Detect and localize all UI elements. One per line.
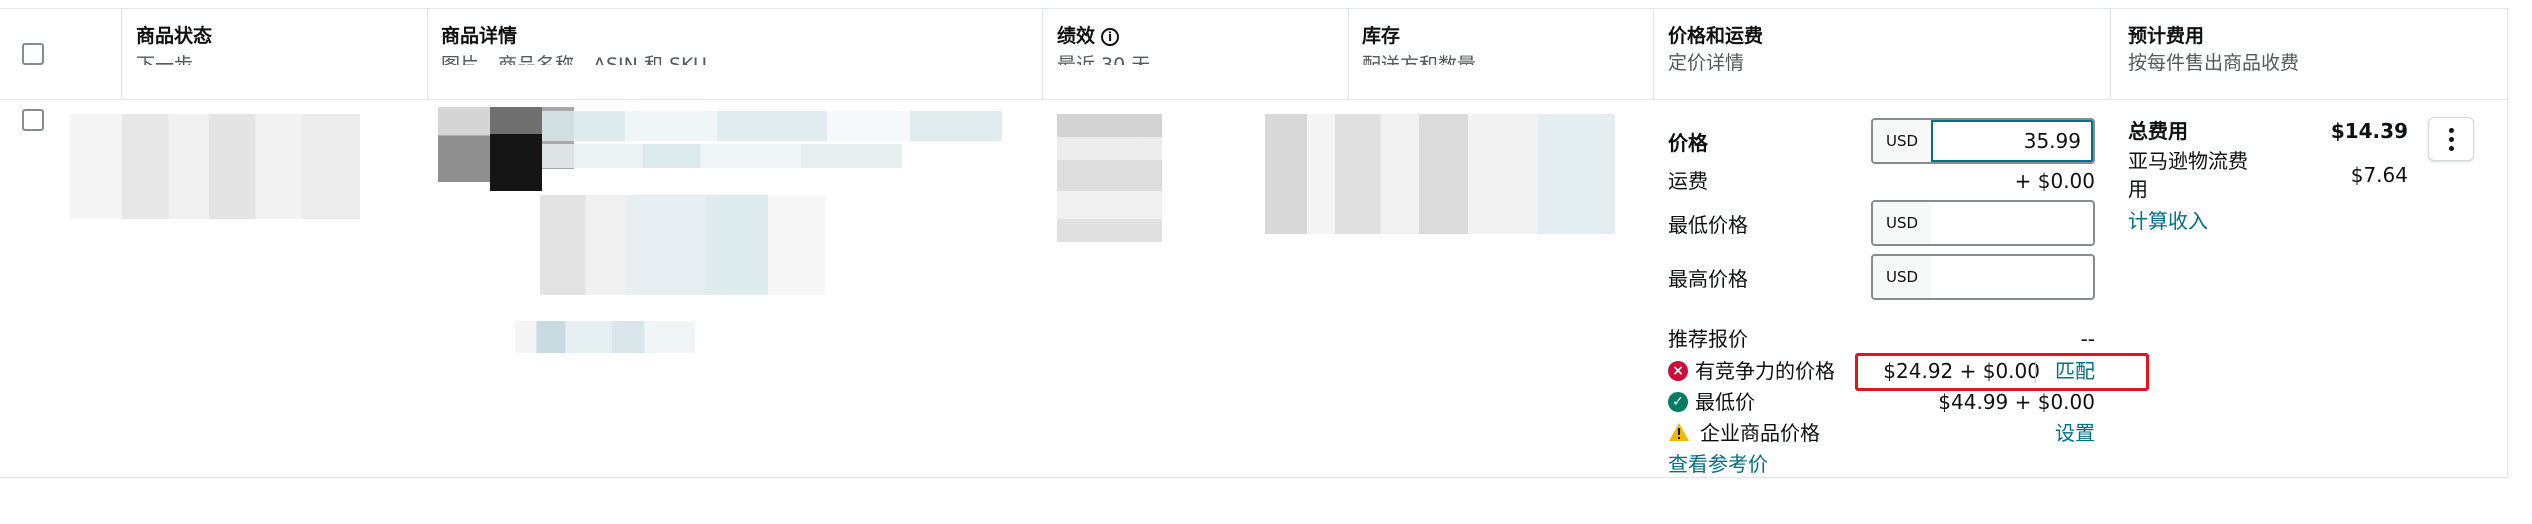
competitive-price-label: 有竞争力的价格 xyxy=(1695,359,1835,383)
column-divider xyxy=(1348,9,1349,99)
total-fees-value: $14.39 xyxy=(2330,119,2408,143)
shipping-label: 运费 xyxy=(1668,169,1708,193)
recommended-price-value: -- xyxy=(2080,327,2095,351)
calculate-revenue-link[interactable]: 计算收入 xyxy=(2128,209,2208,233)
max-price-label: 最高价格 xyxy=(1668,267,1748,291)
header-status-subtitle: 下一步 xyxy=(136,54,194,65)
vertical-ellipsis-icon[interactable] xyxy=(2428,117,2474,161)
header-fees-title: 预计费用 xyxy=(2128,25,2205,47)
redacted-image-block xyxy=(438,107,490,182)
fees-panel: 总费用 $14.39 亚马逊物流费 用 $7.64 计算收入 xyxy=(2128,113,2428,253)
set-business-price-link[interactable]: 设置 xyxy=(1993,421,2095,445)
price-input-group[interactable]: USD xyxy=(1871,118,2095,164)
row-select-checkbox[interactable] xyxy=(22,109,44,131)
header-status-title: 商品状态 xyxy=(136,25,213,47)
table-header: 商品状态 下一步 商品详情 图片、商品名称、ASIN 和 SKU 绩效 i 最近 … xyxy=(0,9,2507,100)
redacted-asin-block xyxy=(540,195,825,295)
info-icon[interactable]: i xyxy=(1101,28,1120,46)
currency-label: USD xyxy=(1873,202,1933,244)
header-inventory[interactable]: 库存 配送方和数量 xyxy=(1362,23,1476,65)
redacted-inventory-block xyxy=(1265,114,1615,234)
circle-check-icon: ✓ xyxy=(1668,392,1688,412)
inventory-page: 商品状态 下一步 商品详情 图片、商品名称、ASIN 和 SKU 绩效 i 最近 … xyxy=(0,0,2532,524)
header-inventory-subtitle: 配送方和数量 xyxy=(1362,54,1477,65)
header-fees-subtitle: 按每件售出商品收费 xyxy=(2128,52,2300,74)
redacted-sku-block xyxy=(515,321,695,353)
header-inventory-title: 库存 xyxy=(1362,25,1401,47)
header-pricing-subtitle: 定价详情 xyxy=(1668,52,1745,74)
max-price-input-group[interactable]: USD xyxy=(1871,254,2095,300)
lowest-price-label: 最低价 xyxy=(1695,390,1755,414)
header-details-subtitle: 图片、商品名称、ASIN 和 SKU xyxy=(441,54,707,65)
column-divider xyxy=(121,9,122,99)
min-price-label: 最低价格 xyxy=(1668,213,1748,237)
max-price-input[interactable] xyxy=(1931,256,2093,298)
business-price-label: 企业商品价格 xyxy=(1700,421,1820,445)
price-input[interactable] xyxy=(1931,120,2093,162)
redacted-performance-block xyxy=(1057,114,1162,242)
price-label: 价格 xyxy=(1668,131,1708,155)
redacted-image-block xyxy=(490,107,542,191)
inventory-table: 商品状态 下一步 商品详情 图片、商品名称、ASIN 和 SKU 绩效 i 最近 … xyxy=(0,8,2508,478)
redacted-title-block xyxy=(542,144,902,168)
competitive-price-highlight xyxy=(1855,353,2149,391)
fba-fee-label-line2: 用 xyxy=(2128,177,2148,201)
redacted-status-block xyxy=(70,114,360,219)
currency-label: USD xyxy=(1873,120,1933,162)
select-all-checkbox[interactable] xyxy=(22,43,44,65)
header-details-title: 商品详情 xyxy=(441,25,518,47)
header-details[interactable]: 商品详情 图片、商品名称、ASIN 和 SKU xyxy=(441,23,707,65)
header-performance[interactable]: 绩效 i 最近 30 天 xyxy=(1057,23,1150,65)
fba-fee-label-line1: 亚马逊物流费 xyxy=(2128,149,2248,173)
header-performance-title: 绩效 xyxy=(1057,25,1096,47)
pricing-panel: 价格 USD 运费 + $0.00 最低价格 USD 最高价格 USD 推荐报价… xyxy=(1668,113,2128,476)
column-divider xyxy=(2110,9,2111,99)
column-divider xyxy=(1042,9,1043,99)
header-performance-title-row: 绩效 i xyxy=(1057,23,1150,49)
column-divider xyxy=(427,9,428,99)
header-performance-subtitle: 最近 30 天 xyxy=(1057,54,1151,65)
header-pricing[interactable]: 价格和运费 定价详情 xyxy=(1668,23,1763,77)
header-fees[interactable]: 预计费用 按每件售出商品收费 xyxy=(2128,23,2299,77)
column-divider xyxy=(1653,9,1654,99)
total-fees-label: 总费用 xyxy=(2128,119,2188,143)
fba-fee-value: $7.64 xyxy=(2350,163,2408,187)
circle-x-icon: × xyxy=(1668,361,1688,381)
header-pricing-title: 价格和运费 xyxy=(1668,25,1764,47)
min-price-input-group[interactable]: USD xyxy=(1871,200,2095,246)
more-dot xyxy=(2449,137,2454,142)
currency-label: USD xyxy=(1873,256,1933,298)
lowest-price-value: $44.99 + $0.00 xyxy=(1938,390,2095,414)
more-dot xyxy=(2449,128,2454,133)
recommended-price-label: 推荐报价 xyxy=(1668,327,1748,351)
view-reference-price-link[interactable]: 查看参考价 xyxy=(1668,452,1768,476)
min-price-input[interactable] xyxy=(1931,202,2093,244)
warning-triangle-icon xyxy=(1669,423,1689,441)
redacted-title-block xyxy=(542,111,1002,141)
more-dot xyxy=(2449,146,2454,151)
shipping-value: + $0.00 xyxy=(2014,169,2095,193)
header-status[interactable]: 商品状态 下一步 xyxy=(136,23,212,65)
